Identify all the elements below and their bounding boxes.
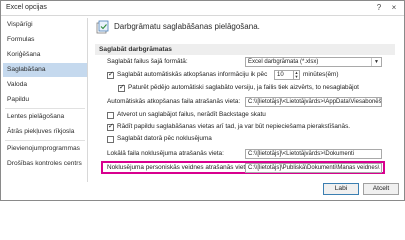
templates-location-label: Noklusējuma personiskās veidnes atrašanā… bbox=[107, 164, 251, 171]
local-location-label: Lokālā faila noklusējuma atrašanās vieta… bbox=[107, 150, 224, 157]
no-backstage-checkbox[interactable] bbox=[107, 112, 114, 119]
keep-last-version-label: Paturēt pēdējo automātiski saglabāto ver… bbox=[128, 84, 359, 91]
autorecover-checkbox[interactable] bbox=[107, 70, 114, 79]
sidebar-separator bbox=[5, 140, 85, 141]
local-location-input[interactable]: C:\\[lietotājs]\<Lietotājvārds>\Dokument… bbox=[245, 149, 382, 159]
templates-location-input[interactable]: C:\\[lietotājs]\Publiskā\Dokumenti\Manas… bbox=[245, 163, 382, 173]
close-icon[interactable]: × bbox=[389, 3, 399, 13]
autorecover-label: Saglabāt automātiskās atkopšanas informā… bbox=[117, 71, 268, 78]
window-title: Excel opcijas bbox=[6, 4, 47, 11]
cancel-button[interactable]: Atcelt bbox=[363, 183, 399, 195]
page-title: Darbgrāmatu saglabāšanas pielāgošana. bbox=[114, 22, 260, 31]
autorecover-location-input[interactable]: C:\\[lietotājs]\<Lietotājvārds>\AppData\… bbox=[245, 97, 382, 107]
autorecover-unit-label: minūtes(ēm) bbox=[303, 71, 339, 78]
sidebar-item-formulas[interactable]: Formulas bbox=[3, 33, 87, 47]
excel-options-dialog: Excel opcijas ? × Vispārīgi Formulas Kor… bbox=[0, 0, 405, 201]
sidebar-item-quick-access-toolbar[interactable]: Ātrās piekļuves rīkjosla bbox=[3, 125, 87, 139]
section-header-save-workbooks: Saglabāt darbgrāmatas bbox=[95, 44, 395, 55]
sidebar-item-save[interactable]: Saglabāšana bbox=[3, 63, 87, 77]
sidebar-item-advanced[interactable]: Papildu bbox=[3, 93, 87, 107]
save-format-dropdown[interactable]: Excel darbgrāmata (*.xlsx) ▼ bbox=[245, 57, 382, 67]
save-options-icon bbox=[96, 20, 109, 34]
show-additional-places-label: Rādīt papildu saglabāšanas vietas arī ta… bbox=[117, 123, 351, 130]
save-to-computer-checkbox[interactable] bbox=[107, 136, 114, 143]
save-format-value: Excel darbgrāmata (*.xlsx) bbox=[248, 59, 319, 65]
no-backstage-label: Atverot un saglabājot failus, nerādīt Ba… bbox=[117, 111, 266, 118]
sidebar-item-general[interactable]: Vispārīgi bbox=[3, 18, 87, 32]
save-to-computer-label: Saglabāt datorā pēc noklusējuma bbox=[117, 135, 212, 142]
help-icon[interactable]: ? bbox=[374, 3, 384, 13]
sidebar-item-proofing[interactable]: Koriģēšana bbox=[3, 48, 87, 62]
show-additional-places-checkbox[interactable] bbox=[107, 122, 114, 131]
sidebar-item-language[interactable]: Valoda bbox=[3, 78, 87, 92]
autorecover-location-label: Automātiskās atkopšanas faila atrašanās … bbox=[107, 98, 241, 105]
title-bar: Excel opcijas ? × bbox=[1, 1, 404, 16]
keep-last-version-checkbox[interactable] bbox=[118, 83, 125, 92]
autorecover-minutes-input[interactable]: 10 bbox=[274, 70, 294, 80]
sidebar-item-customize-ribbon[interactable]: Lentes pielāgošana bbox=[3, 110, 87, 124]
ok-button[interactable]: Labi bbox=[323, 183, 359, 195]
sidebar: Vispārīgi Formulas Koriģēšana Saglabāšan… bbox=[3, 18, 88, 182]
sidebar-separator bbox=[5, 108, 85, 109]
sidebar-item-trust-center[interactable]: Drošības kontroles centrs bbox=[3, 157, 87, 171]
autorecover-spinner[interactable]: ▲ ▼ bbox=[294, 70, 300, 80]
chevron-down-icon: ▼ bbox=[371, 58, 381, 66]
save-format-label: Saglabāt failus šajā formātā: bbox=[107, 58, 188, 65]
sidebar-item-add-ins[interactable]: Pievienojumprogrammas bbox=[3, 142, 87, 156]
